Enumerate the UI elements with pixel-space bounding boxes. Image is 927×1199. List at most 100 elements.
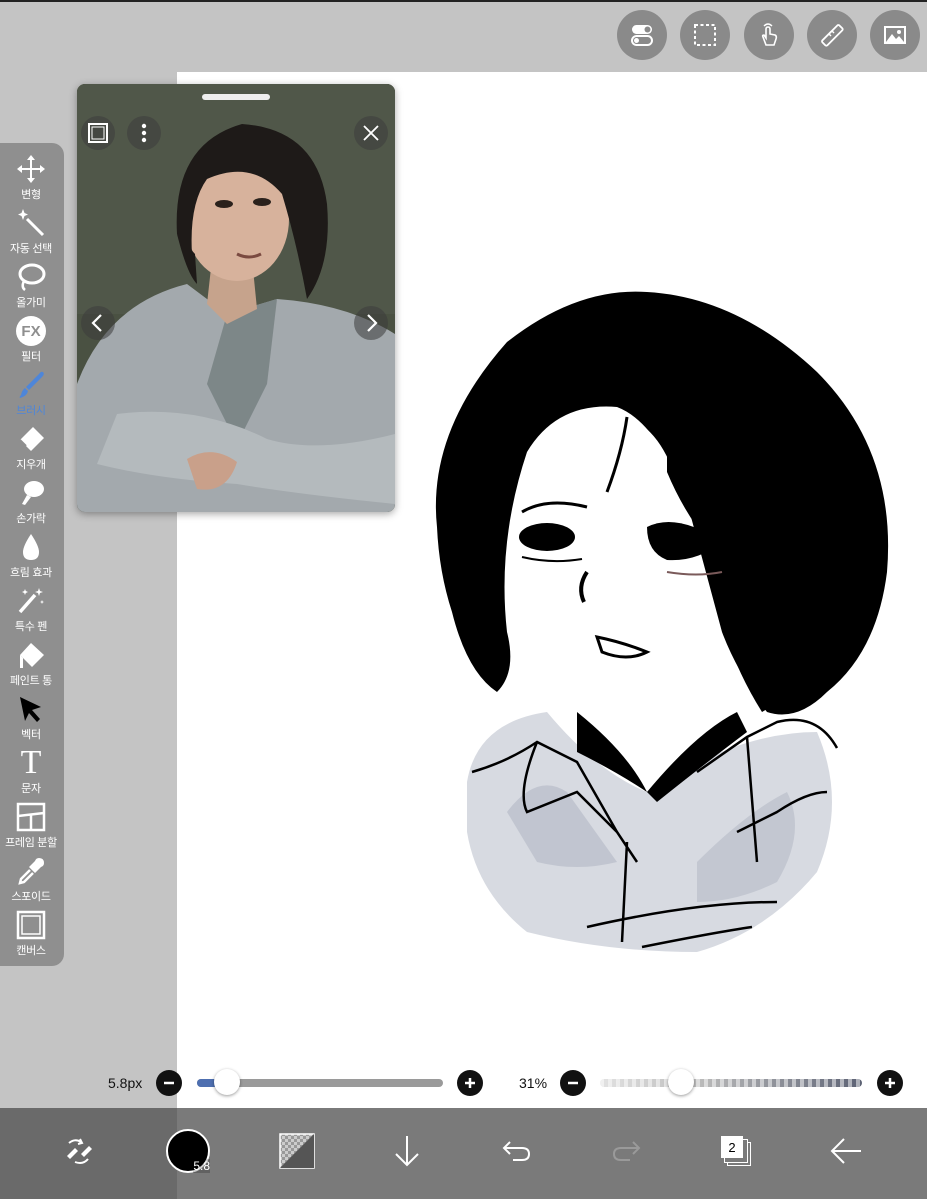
fx-filter-icon: FX bbox=[16, 316, 46, 346]
selection-icon bbox=[694, 24, 716, 46]
tool-label: 지우개 bbox=[16, 459, 46, 471]
tool-vector[interactable]: 벡터 bbox=[0, 689, 62, 743]
bottom-toolbar: 5.8 2 bbox=[0, 1108, 927, 1199]
brush-size-chip-label: 5.8 bbox=[193, 1159, 210, 1173]
undo-button[interactable] bbox=[492, 1126, 542, 1176]
image-icon bbox=[884, 26, 906, 44]
tool-special-pen[interactable]: 특수 펜 bbox=[0, 581, 62, 635]
next-icon bbox=[367, 314, 378, 332]
tool-label: 손가락 bbox=[16, 513, 46, 525]
tool-canvas[interactable]: 캔버스 bbox=[0, 905, 62, 959]
close-button[interactable] bbox=[354, 116, 388, 150]
brush-icon bbox=[19, 371, 44, 398]
ruler-icon bbox=[821, 24, 844, 47]
magic-wand-icon bbox=[18, 209, 45, 237]
reference-photo bbox=[77, 84, 395, 512]
redo-button[interactable] bbox=[601, 1126, 651, 1176]
move-icon bbox=[17, 155, 45, 183]
layers-button[interactable]: 2 bbox=[711, 1126, 761, 1176]
frame-divider-icon bbox=[16, 802, 46, 832]
eraser-icon bbox=[19, 427, 44, 451]
tool-brush[interactable]: 브러시 bbox=[0, 365, 62, 419]
ruler-button[interactable] bbox=[807, 10, 857, 60]
text-tool-icon: T bbox=[20, 744, 42, 781]
selection-button[interactable] bbox=[680, 10, 730, 60]
download-button[interactable] bbox=[382, 1126, 432, 1176]
tool-transform[interactable]: 변형 bbox=[0, 149, 62, 203]
tool-smudge[interactable]: 손가락 bbox=[0, 473, 62, 527]
reference-image-window[interactable] bbox=[77, 84, 395, 512]
color-picker-chip[interactable]: 5.8 bbox=[163, 1126, 213, 1176]
tool-lasso[interactable]: 올가미 bbox=[0, 257, 62, 311]
vector-cursor-icon bbox=[20, 697, 41, 722]
tool-label: 흐림 효과 bbox=[9, 567, 53, 579]
close-icon bbox=[363, 125, 379, 141]
special-pen-icon bbox=[18, 588, 44, 614]
toggle-settings-button[interactable] bbox=[617, 10, 667, 60]
current-color-swatch: 5.8 bbox=[166, 1129, 210, 1173]
paint-bucket-icon bbox=[20, 643, 44, 668]
tool-auto-select[interactable]: 자동 선택 bbox=[0, 203, 62, 257]
minus-icon bbox=[164, 1081, 174, 1085]
plus-icon bbox=[465, 1078, 475, 1088]
tool-sidebar: 변형 자동 선택 올가미 FX 필터 브러시 지우개 손가락 흐림 효과 특수 … bbox=[0, 143, 64, 966]
tool-paint-bucket[interactable]: 페인트 통 bbox=[0, 635, 62, 689]
tool-eyedropper[interactable]: 스포이드 bbox=[0, 851, 62, 905]
opacity-increase-button[interactable] bbox=[877, 1070, 903, 1096]
opacity-label: 31% bbox=[519, 1075, 548, 1091]
tool-eraser[interactable]: 지우개 bbox=[0, 419, 62, 473]
opacity-checker bbox=[600, 1079, 862, 1087]
material-pattern-icon bbox=[279, 1133, 315, 1169]
redo-icon bbox=[612, 1141, 641, 1161]
eyedropper-icon bbox=[18, 858, 44, 885]
tool-label: 필터 bbox=[21, 351, 41, 363]
tool-label: 자동 선택 bbox=[9, 243, 53, 255]
plus-icon bbox=[885, 1078, 895, 1088]
swap-tool-icon bbox=[67, 1138, 92, 1164]
layers-icon: 2 bbox=[721, 1136, 751, 1166]
more-options-icon bbox=[141, 123, 147, 143]
tool-label: 브러시 bbox=[16, 405, 46, 417]
touch-gesture-button[interactable] bbox=[744, 10, 794, 60]
tool-label: 문자 bbox=[21, 783, 41, 795]
layers-count: 2 bbox=[721, 1136, 743, 1158]
reference-mode-button[interactable] bbox=[81, 116, 115, 150]
toggle-settings-icon bbox=[631, 25, 653, 46]
more-options-button[interactable] bbox=[127, 116, 161, 150]
tool-label: 벡터 bbox=[21, 729, 41, 741]
lasso-icon bbox=[18, 263, 46, 291]
tool-blur[interactable]: 흐림 효과 bbox=[0, 527, 62, 581]
brush-size-label: 5.8px bbox=[108, 1075, 143, 1091]
brush-size-decrease-button[interactable] bbox=[156, 1070, 182, 1096]
back-arrow-icon bbox=[830, 1138, 861, 1164]
next-button[interactable] bbox=[354, 306, 388, 340]
swap-tool-button[interactable] bbox=[53, 1126, 103, 1176]
reference-mode-icon bbox=[88, 123, 108, 143]
drag-handle[interactable] bbox=[202, 94, 270, 100]
tool-label: 특수 펜 bbox=[14, 621, 48, 633]
tool-text[interactable]: T 문자 bbox=[0, 743, 62, 797]
image-button[interactable] bbox=[870, 10, 920, 60]
opacity-decrease-button[interactable] bbox=[560, 1070, 586, 1096]
previous-icon bbox=[91, 314, 102, 332]
tool-label: 페인트 통 bbox=[9, 675, 53, 687]
material-pattern-button[interactable] bbox=[272, 1126, 322, 1176]
tool-label: 스포이드 bbox=[11, 891, 51, 903]
brush-size-slider[interactable] bbox=[197, 1069, 443, 1095]
tool-label: 변형 bbox=[21, 189, 41, 201]
previous-button[interactable] bbox=[81, 306, 115, 340]
minus-icon bbox=[568, 1081, 578, 1085]
back-button[interactable] bbox=[821, 1126, 871, 1176]
opacity-slider[interactable] bbox=[600, 1069, 862, 1095]
brush-size-increase-button[interactable] bbox=[457, 1070, 483, 1096]
tool-label: 올가미 bbox=[16, 297, 46, 309]
top-border bbox=[0, 0, 927, 2]
canvas-icon bbox=[16, 910, 46, 940]
tool-frame-divider[interactable]: 프레임 분할 bbox=[0, 797, 62, 851]
tool-label: 프레임 분할 bbox=[5, 837, 57, 849]
tool-label: 캔버스 bbox=[16, 945, 46, 957]
tool-filter[interactable]: FX 필터 bbox=[0, 311, 62, 365]
blur-drop-icon bbox=[23, 534, 39, 560]
smudge-finger-icon bbox=[22, 481, 44, 505]
download-arrow-icon bbox=[395, 1136, 419, 1167]
